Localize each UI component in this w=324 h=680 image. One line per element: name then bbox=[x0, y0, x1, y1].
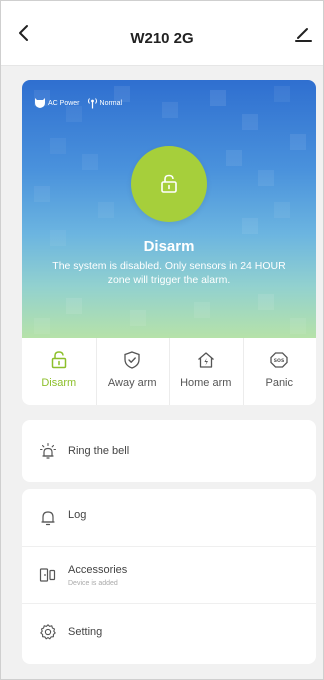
unlock-icon bbox=[161, 174, 177, 193]
top-bar: W210 2G bbox=[0, 0, 324, 66]
power-label: AC Power bbox=[48, 99, 80, 107]
ring-bell-label: Ring the bell bbox=[68, 445, 130, 457]
page-title: W210 2G bbox=[130, 30, 194, 47]
setting-row[interactable]: Setting bbox=[22, 603, 316, 660]
mode-disarm[interactable]: Disarm bbox=[22, 338, 96, 405]
accessories-label: Accessories bbox=[68, 563, 128, 576]
mode-label: Panic bbox=[265, 377, 294, 389]
arm-state-button[interactable] bbox=[131, 146, 207, 222]
device-status-row: AC Power Normal bbox=[34, 97, 129, 109]
shield-check-icon bbox=[124, 351, 140, 369]
mode-panic[interactable]: SOS Panic bbox=[242, 338, 317, 405]
unlock-icon bbox=[51, 351, 66, 369]
setting-label: Setting bbox=[68, 626, 103, 638]
bell-ring-icon bbox=[38, 442, 58, 460]
menu-card: Log Accessories Device is added Setting bbox=[22, 489, 316, 664]
bell-icon bbox=[38, 509, 58, 527]
bell-card: Ring the bell bbox=[22, 420, 316, 482]
mode-label: Home arm bbox=[180, 377, 232, 389]
gear-icon bbox=[38, 623, 58, 641]
accessories-text: Accessories Device is added bbox=[68, 564, 127, 587]
plug-icon bbox=[35, 98, 45, 108]
edit-button[interactable] bbox=[292, 24, 314, 44]
power-status: AC Power bbox=[34, 97, 80, 109]
home-bolt-icon bbox=[197, 352, 214, 368]
svg-text:SOS: SOS bbox=[274, 358, 285, 364]
signal-status: Normal bbox=[87, 97, 123, 109]
status-panel: AC Power Normal Disarm The system is dis… bbox=[22, 80, 316, 338]
arm-state-title: Disarm bbox=[143, 238, 195, 255]
mode-selector: Disarm Away arm Home arm SOS Panic bbox=[22, 338, 316, 405]
sos-icon: SOS bbox=[270, 352, 288, 368]
arm-state-description: The system is disabled. Only sensors in … bbox=[52, 260, 286, 286]
accessories-row[interactable]: Accessories Device is added bbox=[22, 546, 316, 603]
antenna-icon bbox=[87, 98, 97, 109]
mode-away-arm[interactable]: Away arm bbox=[95, 338, 170, 405]
mode-label: Away arm bbox=[107, 377, 157, 389]
log-row[interactable]: Log bbox=[22, 489, 316, 546]
edit-icon bbox=[295, 28, 312, 42]
log-label: Log bbox=[68, 508, 87, 521]
accessories-subtitle: Device is added bbox=[68, 579, 118, 587]
signal-label: Normal bbox=[99, 99, 123, 107]
device-icon bbox=[38, 567, 58, 583]
ring-bell-row[interactable]: Ring the bell bbox=[22, 420, 316, 482]
mode-label: Disarm bbox=[41, 377, 77, 389]
mode-home-arm[interactable]: Home arm bbox=[169, 338, 243, 405]
